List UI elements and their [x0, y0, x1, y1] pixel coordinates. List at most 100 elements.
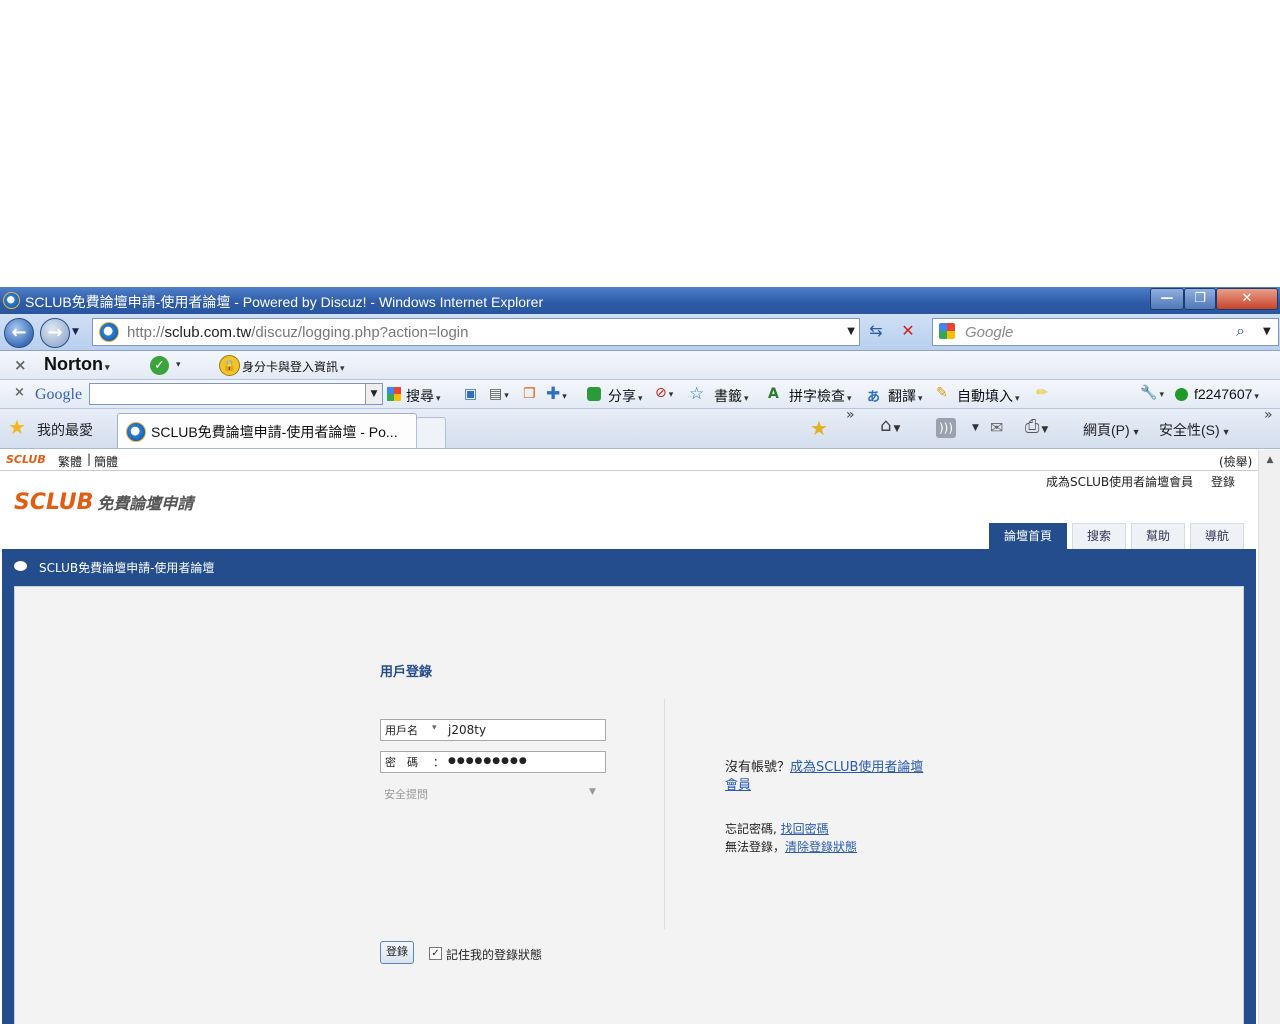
login-submit-button[interactable]: 登錄: [380, 941, 414, 964]
report-link[interactable]: (檢舉): [1219, 453, 1252, 470]
register-member-link[interactable]: 成為SCLUB使用者論壇會員: [1046, 473, 1193, 490]
site-logo[interactable]: SCLUB 免費論壇申請: [14, 490, 193, 515]
wrench-icon[interactable]: 🔧 ▾: [1140, 385, 1164, 401]
lang-simplified-link[interactable]: 簡體: [94, 453, 118, 470]
mail-icon[interactable]: ✉: [990, 418, 1003, 437]
feeds-dropdown-icon[interactable]: ▼: [972, 423, 979, 433]
forward-arrow-icon: →: [47, 322, 63, 343]
login-panel: 用戶登錄 用戶名 ▾ j208ty 密 碼 ： ●●●●●●●●● 安全提問 ▼: [14, 586, 1244, 1024]
clear-login-status-link[interactable]: 清除登錄狀態: [785, 840, 857, 854]
close-button[interactable]: ✕: [1216, 288, 1278, 310]
remember-label: 記住我的登錄狀態: [446, 948, 543, 962]
username-label-select[interactable]: 用戶名: [385, 722, 418, 738]
web-page: SCLUB 繁體 | 簡體 (檢舉) 成為SCLUB使用者論壇會員 登錄 SCL…: [0, 450, 1258, 1024]
bookmarks-button[interactable]: 書籤 ▾: [714, 386, 749, 406]
command-overflow-icon[interactable]: »: [1264, 407, 1273, 423]
login-heading: 用戶登錄: [380, 665, 433, 680]
address-dropdown-icon[interactable]: ▼: [847, 326, 855, 337]
speech-bubble-icon: [14, 561, 27, 571]
google-g-icon: [939, 323, 955, 339]
lang-traditional-link[interactable]: 繁體: [58, 453, 82, 470]
identity-safe-menu[interactable]: 身分卡與登入資訊 ▾: [242, 358, 345, 375]
highlighter-icon[interactable]: ✏: [1036, 385, 1048, 401]
tab-ie-icon: [126, 422, 146, 442]
norton-check-dropdown-icon[interactable]: ▾: [176, 360, 181, 370]
share-button[interactable]: 分享 ▾: [608, 386, 643, 406]
google-search-input[interactable]: ▼: [89, 383, 383, 405]
google-toolbar: × Google ▼ 搜尋 ▾ ▣ ▤ ▾ ❐ ✚ ▾ 分享 ▾ ⊘ ▾ ☆ 書籤 ▾ A …: [0, 380, 1280, 409]
navigation-bar: ← → ▼ http://sclub.com.tw/discuz/logging…: [0, 314, 1280, 351]
remember-checkbox[interactable]: ✓: [429, 947, 442, 960]
nav-forum-home[interactable]: 論壇首頁: [989, 523, 1067, 549]
ie-icon: [3, 292, 20, 309]
spellcheck-button[interactable]: 拼字檢查 ▾: [789, 386, 852, 406]
breadcrumb: SCLUB免費論壇申請-使用者論壇: [39, 561, 215, 575]
tab-active[interactable]: SCLUB免費論壇申請-使用者論壇 - Po...: [117, 413, 417, 448]
back-button[interactable]: ←: [4, 318, 34, 348]
stop-icon[interactable]: ✕: [896, 319, 920, 343]
security-question-select[interactable]: 安全提問 ▼: [380, 784, 604, 804]
nav-navigation[interactable]: 導航: [1190, 523, 1244, 549]
vertical-scrollbar[interactable]: ▲: [1258, 450, 1280, 1024]
forgot-line: 忘記密碼, 找回密碼: [725, 822, 829, 836]
google-search-icon[interactable]: [387, 387, 401, 401]
star-bookmark-icon: ☆: [689, 384, 705, 404]
password-colon: ：: [433, 756, 444, 769]
home-icon[interactable]: ⌂ ▼: [880, 415, 900, 436]
norton-check-icon[interactable]: ✓: [150, 356, 169, 375]
google-search-button[interactable]: 搜尋 ▾: [406, 386, 441, 406]
browser-window: SCLUB免費論壇申請-使用者論壇 - Powered by Discuz! -…: [0, 287, 1280, 1024]
forward-button[interactable]: →: [40, 318, 70, 348]
cant-login-line: 無法登錄，清除登錄狀態: [725, 840, 858, 854]
password-input[interactable]: ●●●●●●●●●: [448, 756, 528, 766]
new-tab-button[interactable]: [416, 417, 446, 448]
google-account-menu[interactable]: f2247607 ▾: [1194, 386, 1259, 402]
feeds-icon[interactable]: ))): [936, 418, 956, 438]
google-search-dropdown-icon[interactable]: ▼: [365, 384, 382, 404]
title-bar: SCLUB免費論壇申請-使用者論壇 - Powered by Discuz! -…: [0, 287, 1280, 314]
username-input[interactable]: j208ty: [448, 723, 486, 737]
camera-icon[interactable]: ▣: [464, 386, 477, 402]
favorites-button[interactable]: 我的最愛: [37, 420, 93, 440]
print-icon[interactable]: ⎙ ▼: [1025, 416, 1048, 437]
popup-icon[interactable]: ❐: [523, 386, 536, 402]
top-logo[interactable]: SCLUB: [6, 453, 46, 466]
nav-search[interactable]: 搜索: [1072, 523, 1126, 549]
blocker-icon[interactable]: ⊘ ▾: [655, 385, 673, 401]
identity-lock-icon: 🔒: [219, 355, 240, 376]
translate-button[interactable]: 翻譯 ▾: [888, 386, 923, 406]
plus-icon[interactable]: ✚ ▾: [546, 384, 567, 404]
username-field[interactable]: 用戶名 ▾ j208ty: [380, 719, 606, 741]
address-url: http://sclub.com.tw/discuz/logging.php?a…: [127, 324, 469, 341]
username-dropdown-icon[interactable]: ▾: [432, 723, 437, 733]
autofill-button[interactable]: 自動填入 ▾: [957, 386, 1020, 406]
login-link[interactable]: 登錄: [1211, 473, 1235, 490]
safety-menu[interactable]: 安全性(S) ▼: [1159, 420, 1231, 440]
page-menu[interactable]: 網頁(P) ▼: [1083, 420, 1141, 440]
password-field[interactable]: 密 碼 ： ●●●●●●●●●: [380, 751, 606, 773]
search-box[interactable]: Google ⌕ ▼: [932, 318, 1279, 346]
address-field[interactable]: http://sclub.com.tw/discuz/logging.php?a…: [92, 318, 860, 346]
news-icon[interactable]: ▤ ▾: [489, 386, 509, 402]
tab-active-label: SCLUB免費論壇申請-使用者論壇 - Po...: [151, 424, 398, 440]
close-google-toolbar-icon[interactable]: ×: [14, 385, 25, 400]
scroll-up-icon[interactable]: ▲: [1259, 450, 1280, 470]
spellcheck-icon: A: [768, 386, 779, 402]
history-dropdown-icon[interactable]: ▼: [72, 327, 79, 337]
refresh-icon[interactable]: ⇆: [864, 319, 888, 343]
search-magnifier-icon[interactable]: ⌕: [1236, 321, 1245, 341]
google-brand[interactable]: Google: [35, 386, 82, 404]
add-favorite-icon[interactable]: ★: [810, 416, 828, 440]
register-prompt: 沒有帳號？成為SCLUB使用者論壇會員: [725, 760, 924, 793]
user-status-icon: [1175, 388, 1188, 401]
back-arrow-icon: ←: [11, 322, 27, 343]
minimize-button[interactable]: —: [1150, 288, 1184, 310]
maximize-button[interactable]: ❐: [1184, 288, 1216, 310]
nav-help[interactable]: 幫助: [1131, 523, 1185, 549]
search-options-icon[interactable]: ▼: [1263, 326, 1271, 337]
norton-brand[interactable]: Norton ▾: [44, 354, 110, 375]
overflow-chevron-icon[interactable]: »: [846, 407, 855, 423]
recover-password-link[interactable]: 找回密碼: [781, 822, 829, 836]
panel-divider: [664, 699, 665, 929]
close-toolbar-icon[interactable]: ×: [14, 356, 27, 374]
